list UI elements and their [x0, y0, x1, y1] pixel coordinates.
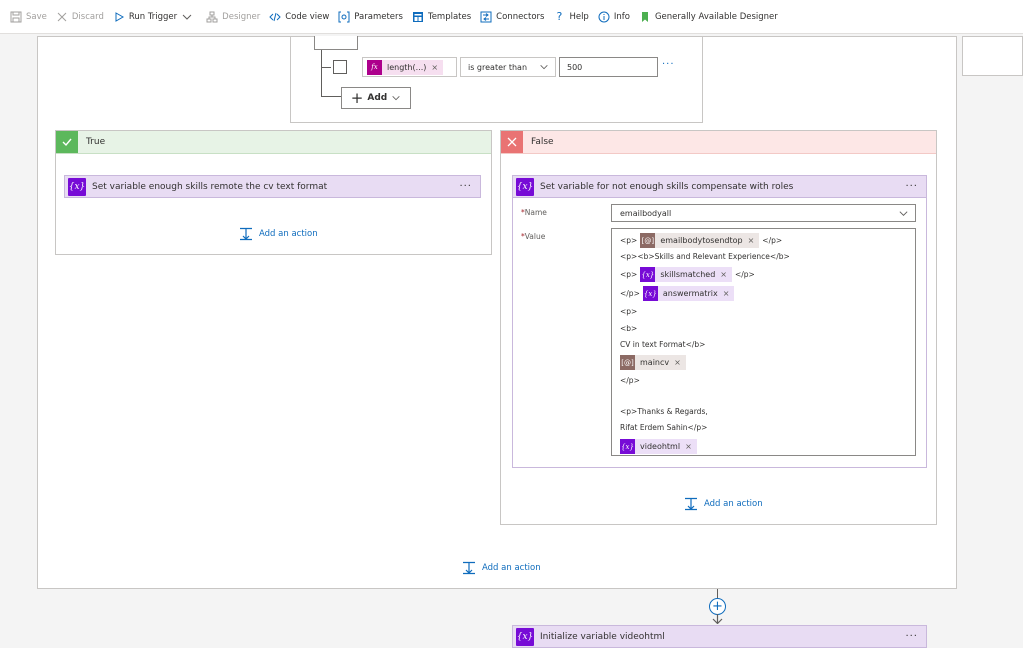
- ga-designer-button[interactable]: Generally Available Designer: [639, 11, 778, 23]
- variable-token[interactable]: {x} answermatrix ×: [642, 286, 735, 301]
- chevron-down-icon: [181, 11, 193, 23]
- value-line: [@] maincv ×: [620, 355, 686, 370]
- templates-button[interactable]: Templates: [412, 11, 471, 23]
- chevron-down-icon: [539, 62, 549, 72]
- variable-name-select[interactable]: emailbodyall: [611, 204, 916, 222]
- connectors-icon: [480, 11, 492, 23]
- help-button[interactable]: ? Help: [553, 10, 589, 23]
- expression-token[interactable]: [@] emailbodytosendtop ×: [640, 233, 760, 248]
- help-icon: ?: [556, 10, 563, 23]
- remove-token-icon[interactable]: ×: [674, 358, 681, 367]
- row-checkbox[interactable]: [333, 60, 347, 74]
- remove-token-icon[interactable]: ×: [723, 289, 730, 298]
- remove-token-icon[interactable]: ×: [748, 236, 755, 245]
- add-action-icon: [685, 497, 697, 511]
- variable-token[interactable]: {x} skillsmatched ×: [640, 267, 732, 282]
- run-trigger-button[interactable]: Run Trigger: [113, 11, 197, 23]
- save-button[interactable]: Save: [10, 11, 47, 23]
- value-line: <p> {x} skillsmatched × </p>: [620, 267, 755, 282]
- add-action-icon: [463, 561, 475, 575]
- operator-select[interactable]: is greater than: [460, 57, 556, 77]
- expression-token[interactable]: [@] maincv ×: [620, 355, 686, 370]
- variable-icon: {x}: [516, 627, 534, 646]
- value-line: {x} videohtml ×: [620, 439, 697, 454]
- parameter-icon: [@]: [640, 233, 656, 248]
- side-panel-stub: [962, 36, 1023, 76]
- expression-token[interactable]: fx length(...) ×: [367, 59, 444, 75]
- designer-button[interactable]: Designer: [206, 11, 260, 23]
- true-add-action-button[interactable]: Add an action: [239, 227, 318, 241]
- variable-value-editor[interactable]: <p> [@] emailbodytosendtop × </p> <p><b>Sk…: [611, 228, 916, 456]
- info-button[interactable]: Info: [598, 11, 630, 23]
- templates-icon: [412, 11, 424, 23]
- value-line: <p>Thanks & Regards,: [620, 407, 708, 416]
- true-set-variable-card[interactable]: {x} Set variable enough skills remote th…: [64, 175, 481, 198]
- more-options-icon[interactable]: ···: [905, 631, 918, 642]
- row-more-icon[interactable]: ···: [662, 59, 675, 70]
- insert-step-plus-icon[interactable]: +: [709, 598, 726, 615]
- tree-line: [321, 67, 331, 68]
- add-condition-button[interactable]: + Add: [341, 87, 411, 109]
- function-icon: fx: [367, 59, 382, 75]
- tree-line: [321, 50, 322, 96]
- code-view-button[interactable]: Code view: [269, 11, 329, 23]
- previous-row-stub: [314, 36, 358, 50]
- checkmark-icon: [56, 131, 78, 153]
- outer-add-action-button[interactable]: Add an action: [462, 561, 541, 575]
- save-icon: [10, 11, 22, 23]
- designer-icon: [206, 11, 218, 23]
- tree-line: [321, 96, 341, 97]
- play-icon: [113, 11, 125, 23]
- more-options-icon[interactable]: ···: [459, 181, 472, 192]
- discard-button[interactable]: Discard: [56, 11, 104, 23]
- remove-token-icon[interactable]: ×: [720, 270, 727, 279]
- condition-value-input[interactable]: 500: [559, 57, 658, 77]
- expression-field[interactable]: fx length(...) ×: [362, 57, 457, 77]
- close-icon: [501, 131, 523, 153]
- value-line: <b>: [620, 324, 638, 333]
- value-line: </p>: [620, 376, 640, 385]
- false-set-variable-header[interactable]: {x} Set variable for not enough skills c…: [512, 175, 927, 198]
- parameters-icon: [338, 11, 350, 23]
- code-icon: [269, 11, 281, 23]
- next-step-card[interactable]: {x} Initialize variable videohtml ···: [512, 625, 927, 648]
- value-line: <p>: [620, 307, 638, 316]
- chevron-down-icon: [391, 93, 401, 103]
- value-line: CV in text Format</b>: [620, 340, 706, 349]
- variable-icon: {x}: [620, 439, 635, 454]
- close-icon: [56, 11, 68, 23]
- more-options-icon[interactable]: ···: [905, 181, 918, 192]
- remove-token-icon[interactable]: ×: [431, 63, 438, 72]
- name-field-label: *Name: [521, 208, 547, 217]
- variable-icon: {x}: [68, 177, 86, 196]
- bookmark-icon: [639, 11, 651, 23]
- plus-icon: +: [350, 89, 364, 107]
- value-field-label: *Value: [521, 232, 546, 241]
- add-action-icon: [240, 227, 252, 241]
- designer-toolbar: Save Discard Run Trigger Designer Code v…: [0, 0, 1023, 34]
- parameters-button[interactable]: Parameters: [338, 11, 403, 23]
- remove-token-icon[interactable]: ×: [685, 442, 692, 451]
- variable-token[interactable]: {x} videohtml ×: [620, 439, 697, 454]
- variable-icon: {x}: [642, 286, 658, 301]
- connectors-button[interactable]: Connectors: [480, 11, 544, 23]
- parameter-icon: [@]: [620, 355, 635, 370]
- value-line: Rifat Erdem Sahin</p>: [620, 423, 708, 432]
- info-icon: [598, 11, 610, 23]
- value-line: <p> [@] emailbodytosendtop × </p>: [620, 233, 782, 248]
- value-line: </p> {x} answermatrix ×: [620, 286, 737, 301]
- true-branch-header[interactable]: True: [56, 131, 491, 154]
- value-line: <p><b>Skills and Relevant Experience</b>: [620, 252, 790, 261]
- false-branch-header[interactable]: False: [501, 131, 936, 154]
- chevron-down-icon: [898, 208, 909, 219]
- false-add-action-button[interactable]: Add an action: [684, 497, 763, 511]
- variable-icon: {x}: [516, 177, 534, 196]
- variable-icon: {x}: [640, 267, 656, 282]
